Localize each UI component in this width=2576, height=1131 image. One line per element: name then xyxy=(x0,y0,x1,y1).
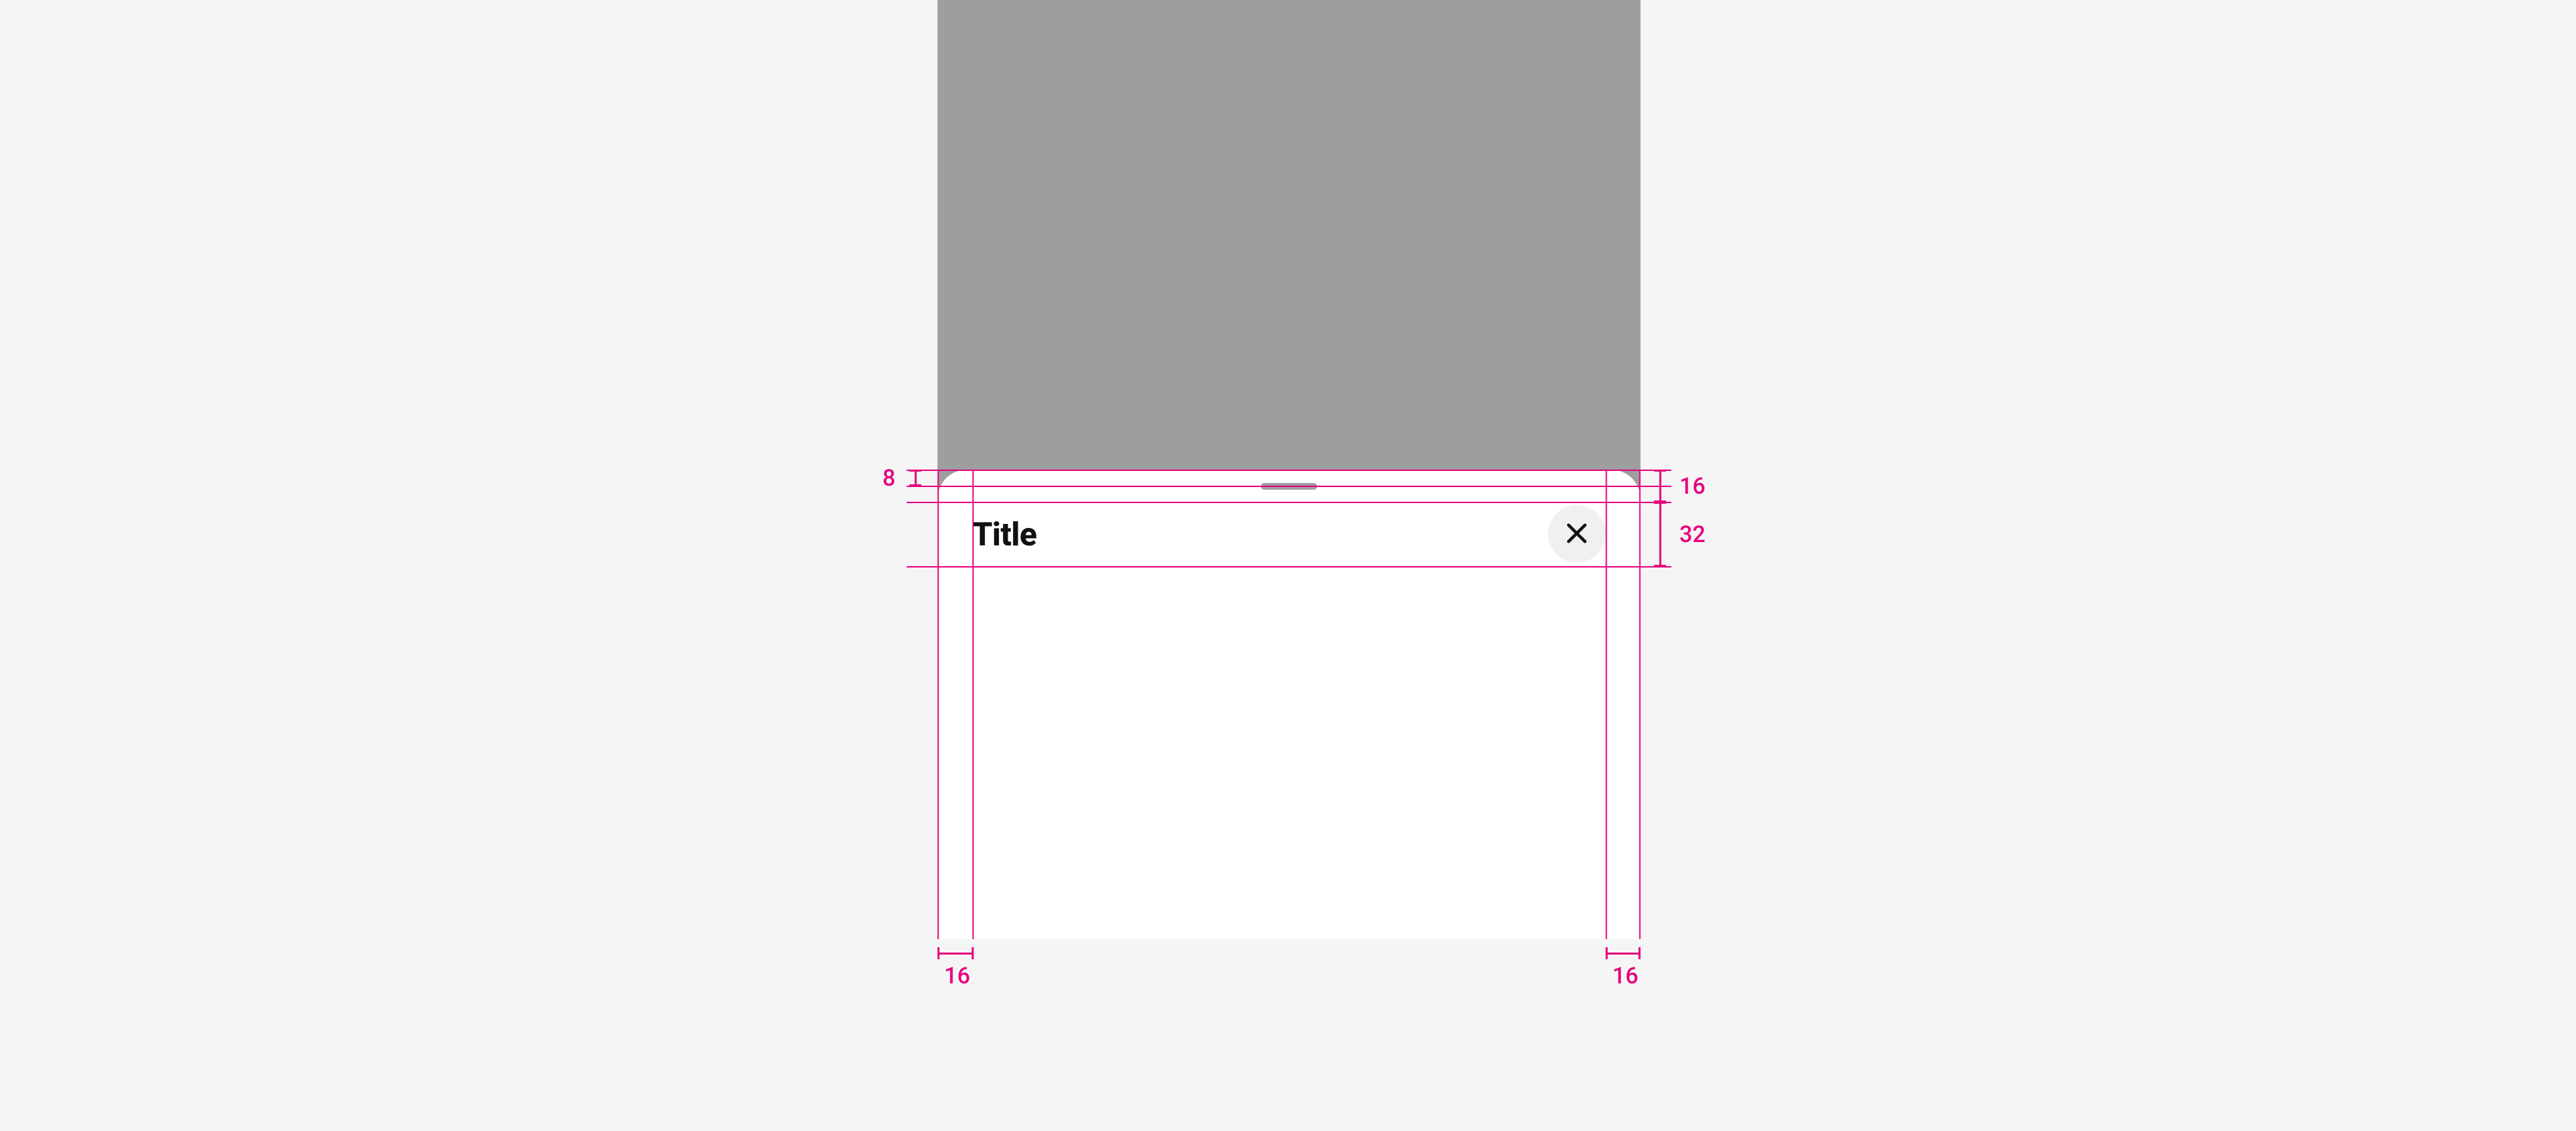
ibeam-16-stem xyxy=(1660,470,1662,502)
sheet-header: Title xyxy=(938,502,1641,566)
ibeam-32-stem xyxy=(1660,502,1662,566)
backdrop-scrim xyxy=(938,0,1641,490)
hbeam-left-stem xyxy=(938,953,974,955)
ibeam-32-top xyxy=(1654,502,1666,504)
annotation-padding-left: 16 xyxy=(945,965,971,987)
guide-sheet-top xyxy=(907,470,1672,471)
bottom-sheet: Title xyxy=(938,470,1641,939)
annotation-header-top-gap: 16 xyxy=(1680,475,1706,498)
ibeam-8-top xyxy=(910,470,922,472)
annotation-header-height: 32 xyxy=(1680,523,1706,546)
ibeam-16-top xyxy=(1654,470,1666,472)
guide-header-bottom xyxy=(907,566,1672,568)
guide-header-top xyxy=(907,502,1672,503)
spec-stage: Title 8 16 32 xyxy=(766,0,1811,1131)
guide-sheet-right-edge xyxy=(1640,470,1641,939)
close-button[interactable] xyxy=(1548,505,1606,563)
hbeam-right-stem xyxy=(1606,953,1641,955)
guide-inner-right xyxy=(1606,470,1607,939)
ibeam-32-bot xyxy=(1654,565,1666,567)
close-icon xyxy=(1563,519,1591,549)
guide-inner-left xyxy=(973,470,974,939)
sheet-title: Title xyxy=(973,515,1037,553)
ibeam-8-stem xyxy=(915,470,917,486)
annotation-padding-right: 16 xyxy=(1613,965,1639,987)
annotation-handle-gap: 8 xyxy=(883,467,896,490)
hbeam-left-capL xyxy=(938,947,940,959)
guide-sheet-left-edge xyxy=(938,470,939,939)
guide-handle-top xyxy=(907,486,1672,487)
hbeam-right-capL xyxy=(1606,947,1608,959)
hbeam-left-capR xyxy=(972,947,974,959)
hbeam-right-capR xyxy=(1639,947,1641,959)
ibeam-8-bot xyxy=(910,484,922,486)
